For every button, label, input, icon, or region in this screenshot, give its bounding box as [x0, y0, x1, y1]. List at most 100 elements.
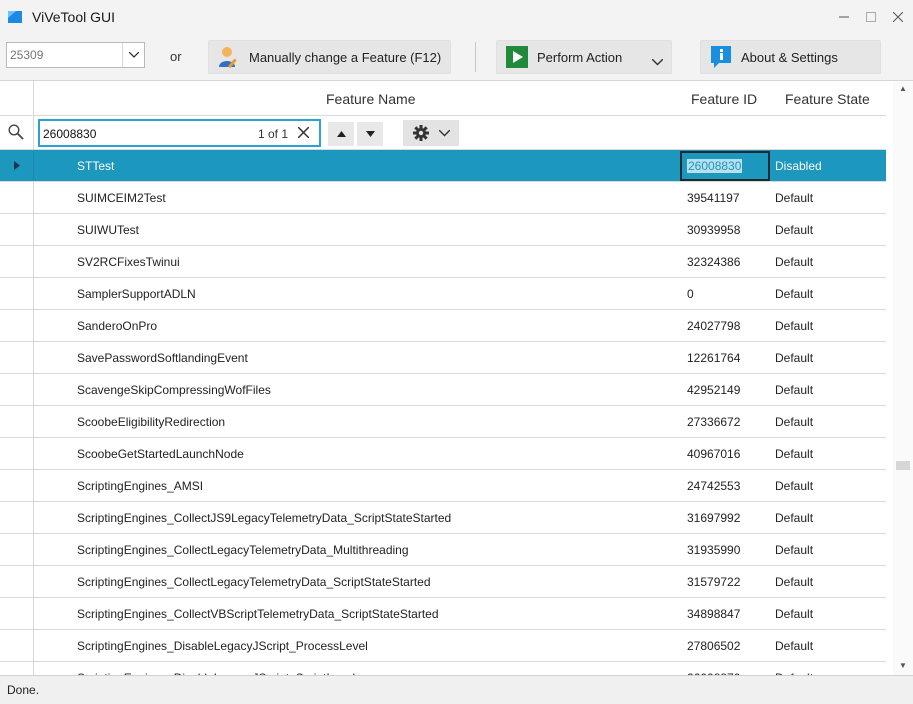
feature-state-cell[interactable]: Default	[775, 191, 813, 205]
feature-state-cell[interactable]: Default	[775, 543, 813, 557]
feature-id-cell-editing[interactable]: 26008830	[680, 151, 770, 181]
next-match-button[interactable]	[357, 122, 383, 146]
search-options-button[interactable]	[403, 120, 459, 146]
manual-change-button[interactable]: Manually change a Feature (F12)	[208, 40, 451, 74]
row-header[interactable]	[0, 566, 34, 597]
vertical-scrollbar[interactable]: ▲ ▼	[893, 81, 913, 675]
feature-name-cell[interactable]: SUIWUTest	[77, 223, 139, 237]
maximize-button[interactable]	[859, 6, 883, 28]
table-row[interactable]: SUIMCEIM2Test 39541197 Default	[0, 182, 886, 214]
row-header[interactable]	[0, 534, 34, 565]
feature-state-cell[interactable]: Default	[775, 479, 813, 493]
table-row[interactable]: ScriptingEngines_AMSI 24742553 Default	[0, 470, 886, 502]
feature-id-cell[interactable]: 31579722	[687, 575, 740, 589]
table-row[interactable]: SUIWUTest 30939958 Default	[0, 214, 886, 246]
feature-name-cell[interactable]: ScriptingEngines_DisableLegacyJScript_Pr…	[77, 639, 368, 653]
row-header[interactable]	[0, 406, 34, 437]
feature-name-cell[interactable]: SanderoOnPro	[77, 319, 157, 333]
close-button[interactable]	[886, 6, 910, 28]
feature-name-cell[interactable]: SUIMCEIM2Test	[77, 191, 166, 205]
row-header[interactable]	[0, 278, 34, 309]
feature-state-cell[interactable]: Default	[775, 575, 813, 589]
feature-id-cell[interactable]: 30939958	[687, 223, 740, 237]
table-row[interactable]: ScriptingEngines_CollectVBScriptTelemetr…	[0, 598, 886, 630]
column-header-state[interactable]: Feature State	[785, 91, 870, 107]
feature-state-cell[interactable]: Default	[775, 383, 813, 397]
minimize-button[interactable]	[832, 6, 856, 28]
chevron-down-icon[interactable]	[122, 43, 144, 67]
feature-name-cell[interactable]: ScoobeGetStartedLaunchNode	[77, 447, 244, 461]
table-row[interactable]: ScriptingEngines_CollectLegacyTelemetryD…	[0, 566, 886, 598]
row-header[interactable]	[0, 182, 34, 213]
feature-name-cell[interactable]: ScriptingEngines_CollectVBScriptTelemetr…	[77, 607, 439, 621]
feature-state-cell[interactable]: Default	[775, 351, 813, 365]
feature-id-cell[interactable]: 32324386	[687, 255, 740, 269]
column-header-name[interactable]: Feature Name	[326, 91, 415, 107]
feature-state-cell[interactable]: Default	[775, 639, 813, 653]
feature-name-cell[interactable]: ScriptingEngines_CollectLegacyTelemetryD…	[77, 575, 431, 589]
row-header[interactable]	[0, 630, 34, 661]
feature-id-cell[interactable]: 42952149	[687, 383, 740, 397]
column-header-id[interactable]: Feature ID	[691, 91, 757, 107]
table-row[interactable]: ScavengeSkipCompressingWofFiles 42952149 D…	[0, 374, 886, 406]
feature-state-cell[interactable]: Default	[775, 255, 813, 269]
scroll-thumb[interactable]	[896, 461, 910, 470]
chevron-down-icon[interactable]	[651, 54, 664, 69]
table-row[interactable]: SV2RCFixesTwinui 32324386 Default	[0, 246, 886, 278]
feature-id-cell[interactable]: 31935990	[687, 543, 740, 557]
scroll-down-icon[interactable]: ▼	[899, 661, 907, 670]
perform-action-button[interactable]: Perform Action	[496, 40, 672, 74]
feature-name-cell[interactable]: ScoobeEligibilityRedirection	[77, 415, 225, 429]
feature-state-cell[interactable]: Default	[775, 447, 813, 461]
table-row[interactable]: SanderoOnPro 24027798 Default	[0, 310, 886, 342]
row-header[interactable]	[0, 662, 34, 675]
feature-state-cell[interactable]: Default	[775, 223, 813, 237]
row-header[interactable]	[0, 502, 34, 533]
feature-id-cell[interactable]: 40967016	[687, 447, 740, 461]
row-header[interactable]	[0, 150, 34, 181]
feature-name-cell[interactable]: ScriptingEngines_AMSI	[77, 479, 203, 493]
row-header[interactable]	[0, 310, 34, 341]
feature-name-cell[interactable]: SamplerSupportADLN	[77, 287, 196, 301]
table-row[interactable]: ScriptingEngines_DisableLegacyJScript_Pr…	[0, 630, 886, 662]
feature-state-cell[interactable]: Disabled	[775, 159, 822, 173]
row-header[interactable]	[0, 598, 34, 629]
feature-id-cell[interactable]: 0	[687, 287, 694, 301]
feature-name-cell[interactable]: SavePasswordSoftlandingEvent	[77, 351, 248, 365]
table-row[interactable]: SavePasswordSoftlandingEvent 12261764 Defa…	[0, 342, 886, 374]
feature-id-cell[interactable]: 24027798	[687, 319, 740, 333]
feature-id-cell[interactable]: 31697992	[687, 511, 740, 525]
feature-name-cell[interactable]: ScriptingEngines_CollectJS9LegacyTelemet…	[77, 511, 451, 525]
table-row[interactable]: ScoobeGetStartedLaunchNode 40967016 Defaul…	[0, 438, 886, 470]
row-header[interactable]	[0, 246, 34, 277]
feature-state-cell[interactable]: Default	[775, 607, 813, 621]
feature-name-cell[interactable]: STTest	[77, 159, 114, 173]
row-header[interactable]	[0, 470, 34, 501]
feature-name-cell[interactable]: SV2RCFixesTwinui	[77, 255, 180, 269]
build-combobox[interactable]: 25309	[6, 42, 145, 68]
feature-id-cell[interactable]: 27806502	[687, 639, 740, 653]
feature-id-cell[interactable]: 27336672	[687, 415, 740, 429]
table-row[interactable]: ScoobeEligibilityRedirection 27336672 Defa…	[0, 406, 886, 438]
table-row[interactable]: ScriptingEngines_CollectJS9LegacyTelemet…	[0, 502, 886, 534]
feature-state-cell[interactable]: Default	[775, 511, 813, 525]
previous-match-button[interactable]	[328, 122, 354, 146]
feature-id-cell[interactable]: 34898847	[687, 607, 740, 621]
search-input[interactable]: 26008830 1 of 1	[38, 119, 321, 147]
row-header[interactable]	[0, 374, 34, 405]
row-header[interactable]	[0, 214, 34, 245]
feature-id-cell[interactable]: 39541197	[687, 191, 740, 205]
feature-state-cell[interactable]: Default	[775, 415, 813, 429]
row-header[interactable]	[0, 438, 34, 469]
clear-search-icon[interactable]	[297, 124, 310, 142]
feature-state-cell[interactable]: Default	[775, 319, 813, 333]
feature-state-cell[interactable]: Default	[775, 287, 813, 301]
table-row[interactable]: SamplerSupportADLN 0 Default	[0, 278, 886, 310]
table-row[interactable]: STTest 26008830 Disabled	[0, 150, 886, 182]
feature-id-cell[interactable]: 12261764	[687, 351, 740, 365]
feature-name-cell[interactable]: ScriptingEngines_CollectLegacyTelemetryD…	[77, 543, 409, 557]
feature-name-cell[interactable]: ScavengeSkipCompressingWofFiles	[77, 383, 271, 397]
feature-id-cell[interactable]: 24742553	[687, 479, 740, 493]
row-header[interactable]	[0, 342, 34, 373]
scroll-up-icon[interactable]: ▲	[899, 84, 907, 93]
